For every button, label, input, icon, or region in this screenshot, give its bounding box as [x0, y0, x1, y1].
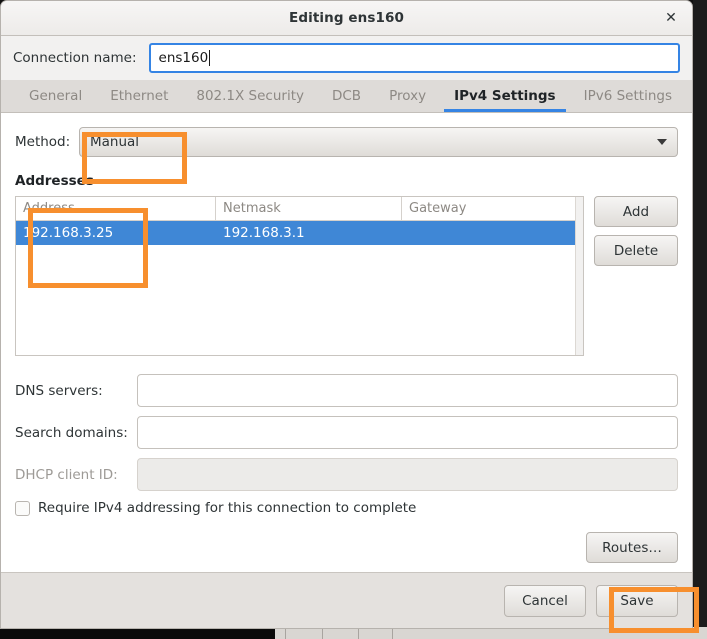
search-domains-row: Search domains: — [15, 416, 678, 449]
ipv4-settings-panel: Method: Manual Addresses Address Netmask… — [1, 113, 692, 572]
addresses-heading: Addresses — [15, 173, 678, 189]
delete-button[interactable]: Delete — [594, 235, 678, 266]
dns-servers-label: DNS servers: — [15, 383, 137, 399]
connection-name-value: ens160 — [159, 50, 209, 66]
require-ipv4-checkbox-row[interactable]: Require IPv4 addressing for this connect… — [15, 500, 678, 516]
search-domains-input[interactable] — [137, 416, 678, 449]
settings-tabbar: General Ethernet 802.1X Security DCB Pro… — [1, 80, 692, 113]
dhcp-client-id-input — [137, 458, 678, 491]
dhcp-client-id-label: DHCP client ID: — [15, 467, 137, 483]
text-caret — [209, 50, 210, 66]
dialog-actionbar: Cancel Save — [1, 572, 692, 628]
dns-servers-input[interactable] — [137, 374, 678, 407]
cell-netmask[interactable]: 192.168.3.1 — [216, 221, 402, 245]
tab-ipv6-settings[interactable]: IPv6 Settings — [570, 80, 686, 112]
tab-ipv4-settings[interactable]: IPv4 Settings — [440, 80, 570, 112]
column-header-address[interactable]: Address — [16, 197, 216, 220]
addresses-table-header: Address Netmask Gateway — [16, 197, 583, 221]
method-selected-value: Manual — [90, 134, 139, 150]
routes-row: Routes… — [15, 532, 678, 563]
addresses-table[interactable]: Address Netmask Gateway 192.168.3.25 192… — [15, 196, 584, 356]
tab-proxy[interactable]: Proxy — [375, 80, 440, 112]
chevron-down-icon — [657, 139, 667, 145]
tab-general[interactable]: General — [15, 80, 96, 112]
dialog-titlebar: Editing ens160 ✕ — [1, 1, 692, 36]
connection-name-label: Connection name: — [13, 50, 137, 66]
method-row: Method: Manual — [15, 127, 678, 157]
tab-ethernet[interactable]: Ethernet — [96, 80, 182, 112]
cancel-button[interactable]: Cancel — [504, 585, 586, 617]
add-button[interactable]: Add — [594, 196, 678, 227]
column-header-gateway[interactable]: Gateway — [402, 197, 583, 220]
connection-name-input[interactable]: ens160 — [149, 43, 680, 73]
close-icon[interactable]: ✕ — [660, 7, 682, 29]
method-label: Method: — [15, 134, 79, 150]
cell-address[interactable]: 192.168.3.25 — [16, 221, 216, 245]
dns-servers-row: DNS servers: — [15, 374, 678, 407]
search-domains-label: Search domains: — [15, 425, 137, 441]
require-ipv4-checkbox[interactable] — [15, 501, 30, 516]
addresses-buttons: Add Delete — [594, 196, 678, 356]
addresses-scrollbar[interactable] — [575, 197, 583, 355]
method-dropdown[interactable]: Manual — [79, 127, 678, 157]
editing-connection-dialog: Editing ens160 ✕ Connection name: ens160… — [0, 0, 693, 629]
backdrop-right-strip — [693, 0, 707, 639]
ipv4-fields: DNS servers: Search domains: DHCP client… — [15, 374, 678, 563]
routes-button[interactable]: Routes… — [586, 532, 678, 563]
tab-8021x-security[interactable]: 802.1X Security — [182, 80, 318, 112]
addresses-block: Address Netmask Gateway 192.168.3.25 192… — [15, 196, 678, 356]
connection-name-row: Connection name: ens160 — [1, 36, 692, 80]
table-row[interactable]: 192.168.3.25 192.168.3.1 — [16, 221, 583, 245]
tab-dcb[interactable]: DCB — [318, 80, 375, 112]
dhcp-client-id-row: DHCP client ID: — [15, 458, 678, 491]
dialog-title: Editing ens160 — [289, 10, 404, 26]
column-header-netmask[interactable]: Netmask — [216, 197, 402, 220]
cell-gateway[interactable] — [402, 221, 583, 245]
save-button[interactable]: Save — [596, 585, 678, 617]
require-ipv4-label: Require IPv4 addressing for this connect… — [38, 500, 416, 516]
